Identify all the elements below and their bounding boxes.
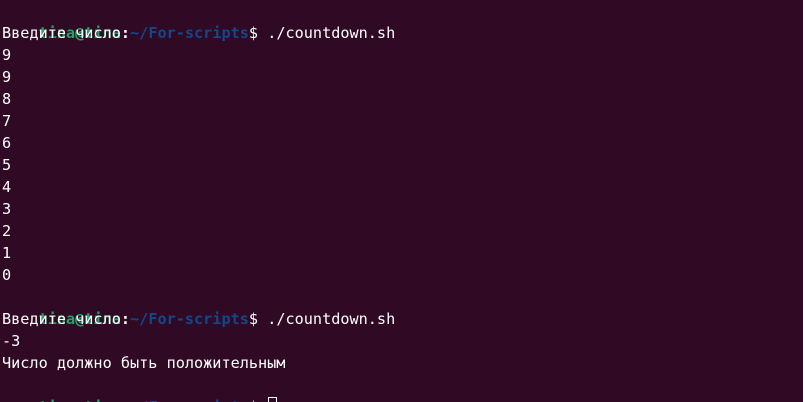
output-line: Введите число:: [2, 24, 131, 42]
prompt-user: tina@tina: [39, 398, 121, 402]
prompt-line: tina@tina:~/For-scripts$ ./countdown.sh: [2, 0, 803, 42]
output-line: Число должно быть положительным: [2, 354, 286, 372]
prompt-path: ~/For-scripts: [130, 398, 249, 402]
prompt-symbol: $: [248, 24, 259, 42]
output-line: 4: [2, 178, 12, 196]
prompt-path: ~/For-scripts: [130, 310, 249, 328]
output-line: 5: [2, 156, 12, 174]
output-line: 9: [2, 46, 12, 64]
prompt-symbol: $: [248, 310, 259, 328]
command-input[interactable]: [258, 398, 267, 402]
output-line: 8: [2, 90, 12, 108]
command-text: ./countdown.sh: [258, 24, 396, 42]
block-cursor-icon: [268, 397, 278, 402]
output-line: 0: [2, 266, 12, 284]
active-prompt-line[interactable]: tina@tina:~/For-scripts$: [2, 374, 803, 402]
output-line: 1: [2, 244, 12, 262]
prompt-separator: :: [121, 398, 130, 402]
output-line: 3: [2, 200, 12, 218]
output-line: -3: [2, 332, 21, 350]
prompt-symbol: $: [249, 398, 258, 402]
output-line: 9: [2, 68, 12, 86]
command-text: ./countdown.sh: [258, 310, 396, 328]
output-line: 7: [2, 112, 12, 130]
output-line: 6: [2, 134, 12, 152]
terminal-window[interactable]: tina@tina:~/For-scripts$ ./countdown.sh …: [0, 0, 803, 402]
output-line: Введите число:: [2, 310, 131, 328]
prompt-line: tina@tina:~/For-scripts$ ./countdown.sh: [2, 286, 803, 328]
prompt-path: ~/For-scripts: [130, 24, 249, 42]
output-line: 2: [2, 222, 12, 240]
